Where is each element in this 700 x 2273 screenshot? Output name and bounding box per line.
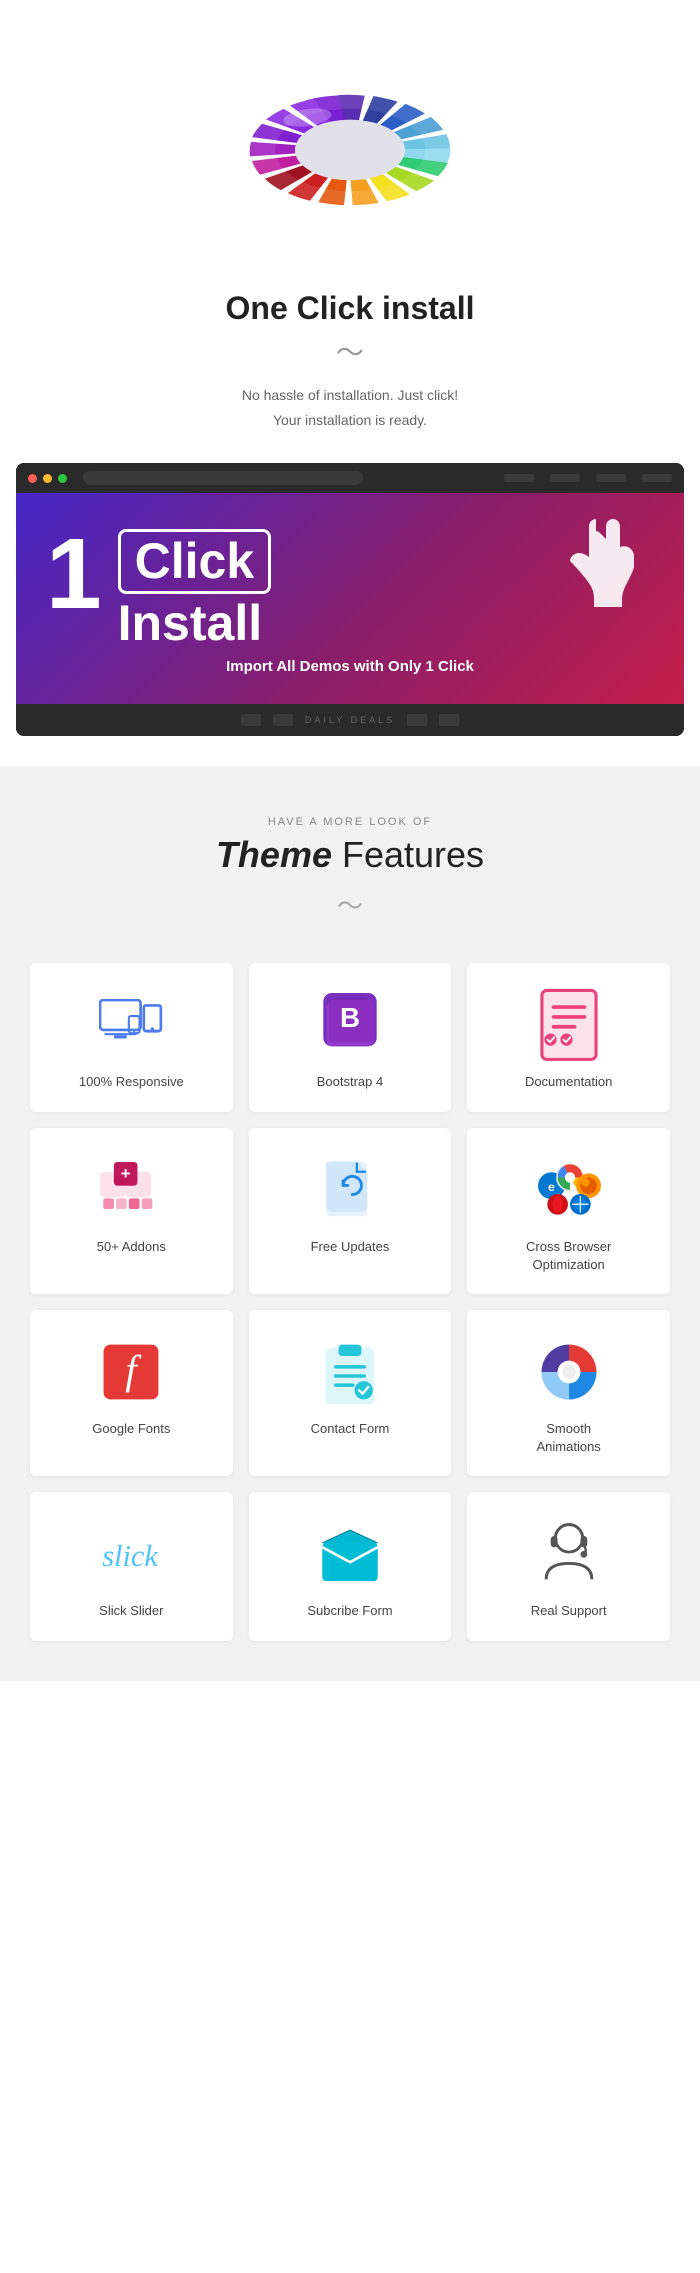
feature-label-updates: Free Updates (311, 1238, 390, 1256)
color-wheel-image (220, 40, 480, 260)
svg-text:slick: slick (103, 1539, 159, 1573)
nav-item (642, 474, 672, 482)
feature-card-subscribe: Subcribe Form (249, 1492, 452, 1640)
dot-yellow (43, 474, 52, 483)
feature-label-bootstrap: Bootstrap 4 (317, 1073, 384, 1091)
feature-label-subscribe: Subcribe Form (307, 1602, 392, 1620)
install-graphic: 1 Click Install Import All Demos with On… (16, 493, 684, 704)
dot-green (58, 474, 67, 483)
smooth-animations-icon (537, 1340, 601, 1404)
swirl-divider: 〜 (336, 339, 364, 367)
feature-card-updates: Free Updates (249, 1128, 452, 1294)
browser-optimization-icon: e (537, 1158, 601, 1222)
hand-cursor-icon (554, 519, 634, 626)
feature-card-contact: Contact Form (249, 1310, 452, 1476)
feature-label-responsive: 100% Responsive (79, 1073, 184, 1091)
feature-card-documentation: Documentation (467, 963, 670, 1111)
google-fonts-icon: f (99, 1340, 163, 1404)
install-section: 1 Click Install Import All Demos with On… (16, 463, 684, 736)
feature-label-support: Real Support (531, 1602, 607, 1620)
feature-card-fonts: f Google Fonts (30, 1310, 233, 1476)
click-install-text: Click Install (118, 529, 272, 648)
nav-item (504, 474, 534, 482)
feature-card-slick: slick Slick Slider (30, 1492, 233, 1640)
updates-icon (318, 1158, 382, 1222)
documentation-icon (537, 993, 601, 1057)
hero-title: One Click install (226, 290, 475, 327)
feature-card-support: Real Support (467, 1492, 670, 1640)
nav-item (596, 474, 626, 482)
feature-card-browser: e (467, 1128, 670, 1294)
svg-text:B: B (340, 1003, 360, 1034)
feature-label-slick: Slick Slider (99, 1602, 163, 1620)
dot-red (28, 474, 37, 483)
features-grid: 100% Responsive B Bootstrap 4 (30, 963, 670, 1640)
slick-slider-icon: slick (99, 1522, 163, 1586)
features-title: Theme Features (30, 834, 670, 876)
daily-deals-label: DAILY DEALS (305, 715, 395, 725)
nav-item (550, 474, 580, 482)
one-number: 1 (46, 529, 102, 619)
hero-desc: No hassle of installation. Just click! Y… (242, 383, 458, 433)
hero-section: placeholder One Click install 〜 No hassl… (0, 0, 700, 463)
bottom-icon4 (439, 714, 459, 726)
contact-form-icon (318, 1340, 382, 1404)
real-support-icon (537, 1522, 601, 1586)
browser-bottombar: DAILY DEALS (16, 704, 684, 736)
browser-topbar (16, 463, 684, 493)
feature-card-bootstrap: B Bootstrap 4 (249, 963, 452, 1111)
install-subtitle: Import All Demos with Only 1 Click (46, 658, 654, 676)
svg-text:e: e (548, 1180, 555, 1194)
features-section: HAVE A MORE LOOK OF Theme Features 〜 (0, 766, 700, 1680)
feature-label-documentation: Documentation (525, 1073, 612, 1091)
feature-label-addons: 50+ Addons (97, 1238, 166, 1256)
feature-label-contact: Contact Form (311, 1420, 390, 1438)
svg-text:+: + (121, 1164, 131, 1183)
feature-card-animations: Smooth Animations (467, 1310, 670, 1476)
bottom-icon3 (407, 714, 427, 726)
feature-card-addons: + 50+ Addons (30, 1128, 233, 1294)
bottom-icon1 (241, 714, 261, 726)
feature-label-animations: Smooth Animations (537, 1420, 601, 1456)
feature-label-fonts: Google Fonts (92, 1420, 170, 1438)
bootstrap-icon: B (318, 993, 382, 1057)
features-subtitle: HAVE A MORE LOOK OF (30, 816, 670, 828)
features-header: HAVE A MORE LOOK OF Theme Features 〜 (30, 816, 670, 923)
bottom-icon2 (273, 714, 293, 726)
subscribe-icon (318, 1522, 382, 1586)
responsive-icon (99, 993, 163, 1057)
feature-label-browser: Cross Browser Optimization (526, 1238, 611, 1274)
features-swirl: 〜 (30, 886, 670, 923)
feature-card-responsive: 100% Responsive (30, 963, 233, 1111)
addons-icon: + (99, 1158, 163, 1222)
address-bar (83, 471, 363, 485)
